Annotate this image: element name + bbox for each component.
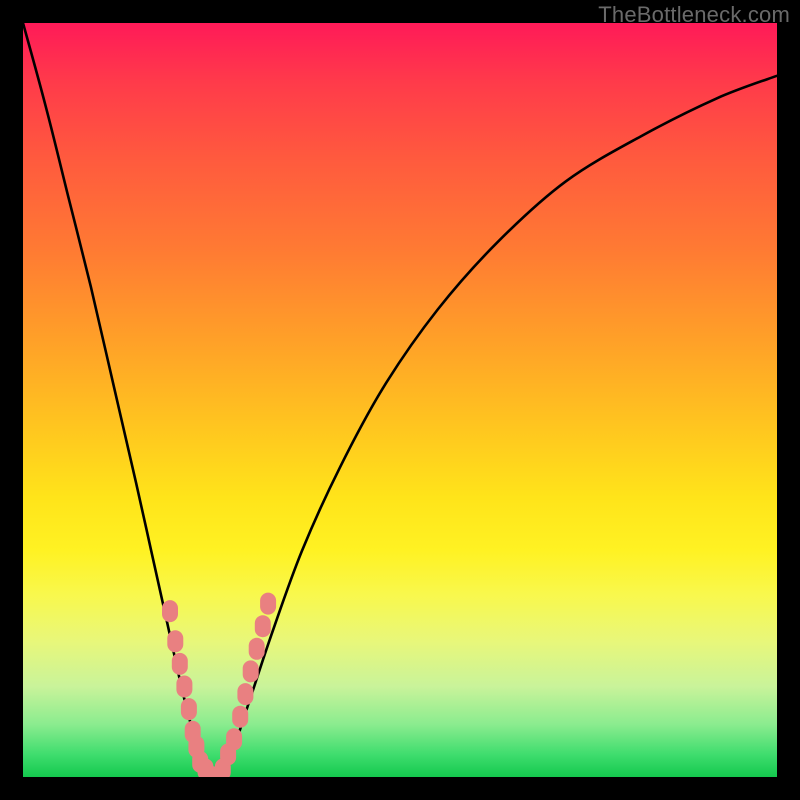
marker-dot — [232, 706, 248, 728]
marker-dot — [249, 638, 265, 660]
marker-dot — [260, 593, 276, 615]
marker-dot — [176, 676, 192, 698]
bottleneck-curve — [23, 23, 777, 777]
chart-frame: TheBottleneck.com — [0, 0, 800, 800]
marker-dot — [243, 660, 259, 682]
marker-dot — [226, 728, 242, 750]
watermark-text: TheBottleneck.com — [598, 2, 790, 28]
marker-group — [162, 593, 276, 777]
marker-dot — [167, 630, 183, 652]
marker-dot — [172, 653, 188, 675]
marker-dot — [181, 698, 197, 720]
plot-area — [23, 23, 777, 777]
marker-dot — [255, 615, 271, 637]
curve-layer — [23, 23, 777, 777]
marker-dot — [162, 600, 178, 622]
marker-dot — [237, 683, 253, 705]
